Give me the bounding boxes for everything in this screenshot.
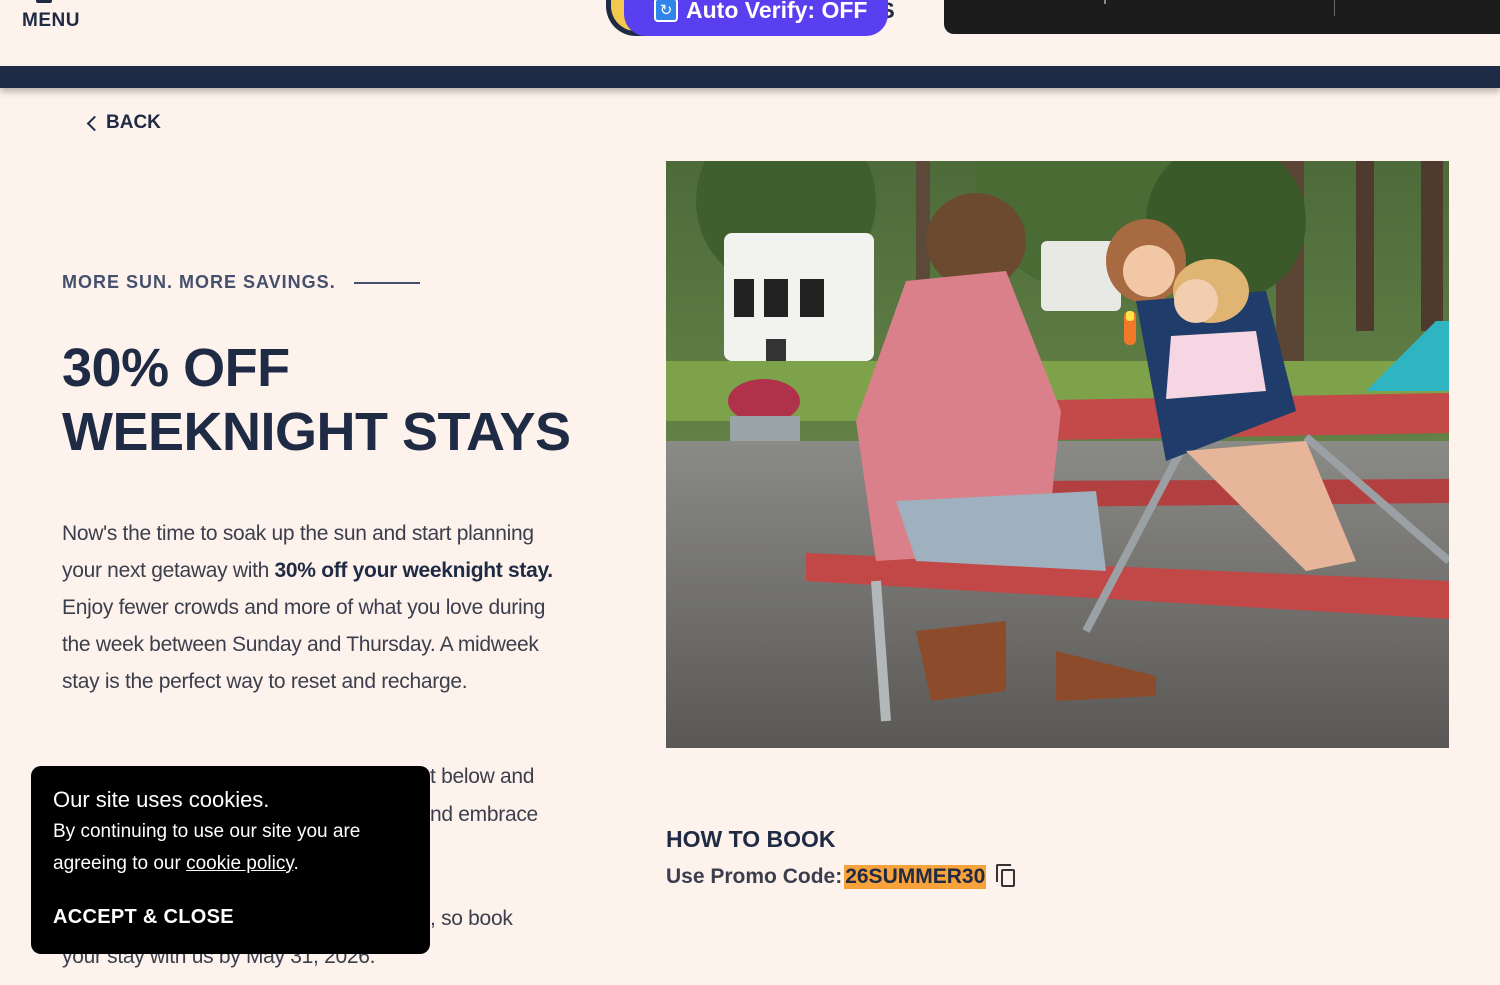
menu-button[interactable]: MENU <box>20 0 80 40</box>
paragraph-2-line-1: t below and <box>430 765 535 788</box>
paragraph-3-line-1: , so book <box>430 907 513 930</box>
promo-label: Use Promo Code: <box>666 865 843 888</box>
eyebrow-rule <box>353 281 420 284</box>
paragraph-2-line-2: nd embrace <box>430 803 538 826</box>
cookie-message-end: . <box>293 853 299 874</box>
promo-code-row: Use Promo Code: 26SUMMER30 <box>666 864 1018 890</box>
back-label: BACK <box>106 112 161 133</box>
refresh-icon: ↻ <box>654 0 678 22</box>
utility-divider <box>1334 0 1335 16</box>
intro-text-2: Enjoy fewer crowds and more of what you … <box>62 596 546 693</box>
header-band <box>0 66 1500 88</box>
eyebrow: MORE SUN. MORE SAVINGS. <box>62 272 420 293</box>
cookie-policy-link[interactable]: cookie policy <box>186 853 293 874</box>
how-to-book-heading: HOW TO BOOK <box>666 826 836 852</box>
promo-code[interactable]: 26SUMMER30 <box>844 865 987 889</box>
header-utility-panel <box>944 0 1500 34</box>
copy-icon-front <box>1001 869 1016 887</box>
accept-close-button[interactable]: ACCEPT & CLOSE <box>53 906 234 929</box>
cookie-banner: Our site uses cookies. By continuing to … <box>31 766 430 954</box>
eyebrow-text: MORE SUN. MORE SAVINGS. <box>62 272 336 292</box>
auto-verify-label: Auto Verify: OFF <box>686 0 868 23</box>
intro-paragraph: Now's the time to soak up the sun and st… <box>62 515 572 700</box>
chevron-left-icon <box>86 115 103 131</box>
auto-verify-toggle[interactable]: ↻ Auto Verify: OFF <box>624 0 888 36</box>
title-line-2: WEEKNIGHT STAYS <box>62 402 571 462</box>
page-title: 30% OFF WEEKNIGHT STAYS <box>62 336 582 464</box>
title-line-1: 30% OFF <box>62 338 290 398</box>
copy-icon[interactable] <box>996 864 1018 890</box>
menu-label: MENU <box>22 10 80 31</box>
hero-photo <box>666 161 1449 748</box>
back-link[interactable]: BACK <box>86 112 161 134</box>
family-picnic-illustration <box>666 161 1449 748</box>
site-header: MENU S ↻ Auto Verify: OFF <box>0 0 1500 66</box>
intro-highlight: 30% off your weeknight stay. <box>274 559 554 582</box>
cookie-title: Our site uses cookies. <box>53 787 270 812</box>
cookie-message: By continuing to use our site you are ag… <box>53 816 408 880</box>
utility-divider <box>1104 0 1106 4</box>
hamburger-icon <box>36 0 52 3</box>
